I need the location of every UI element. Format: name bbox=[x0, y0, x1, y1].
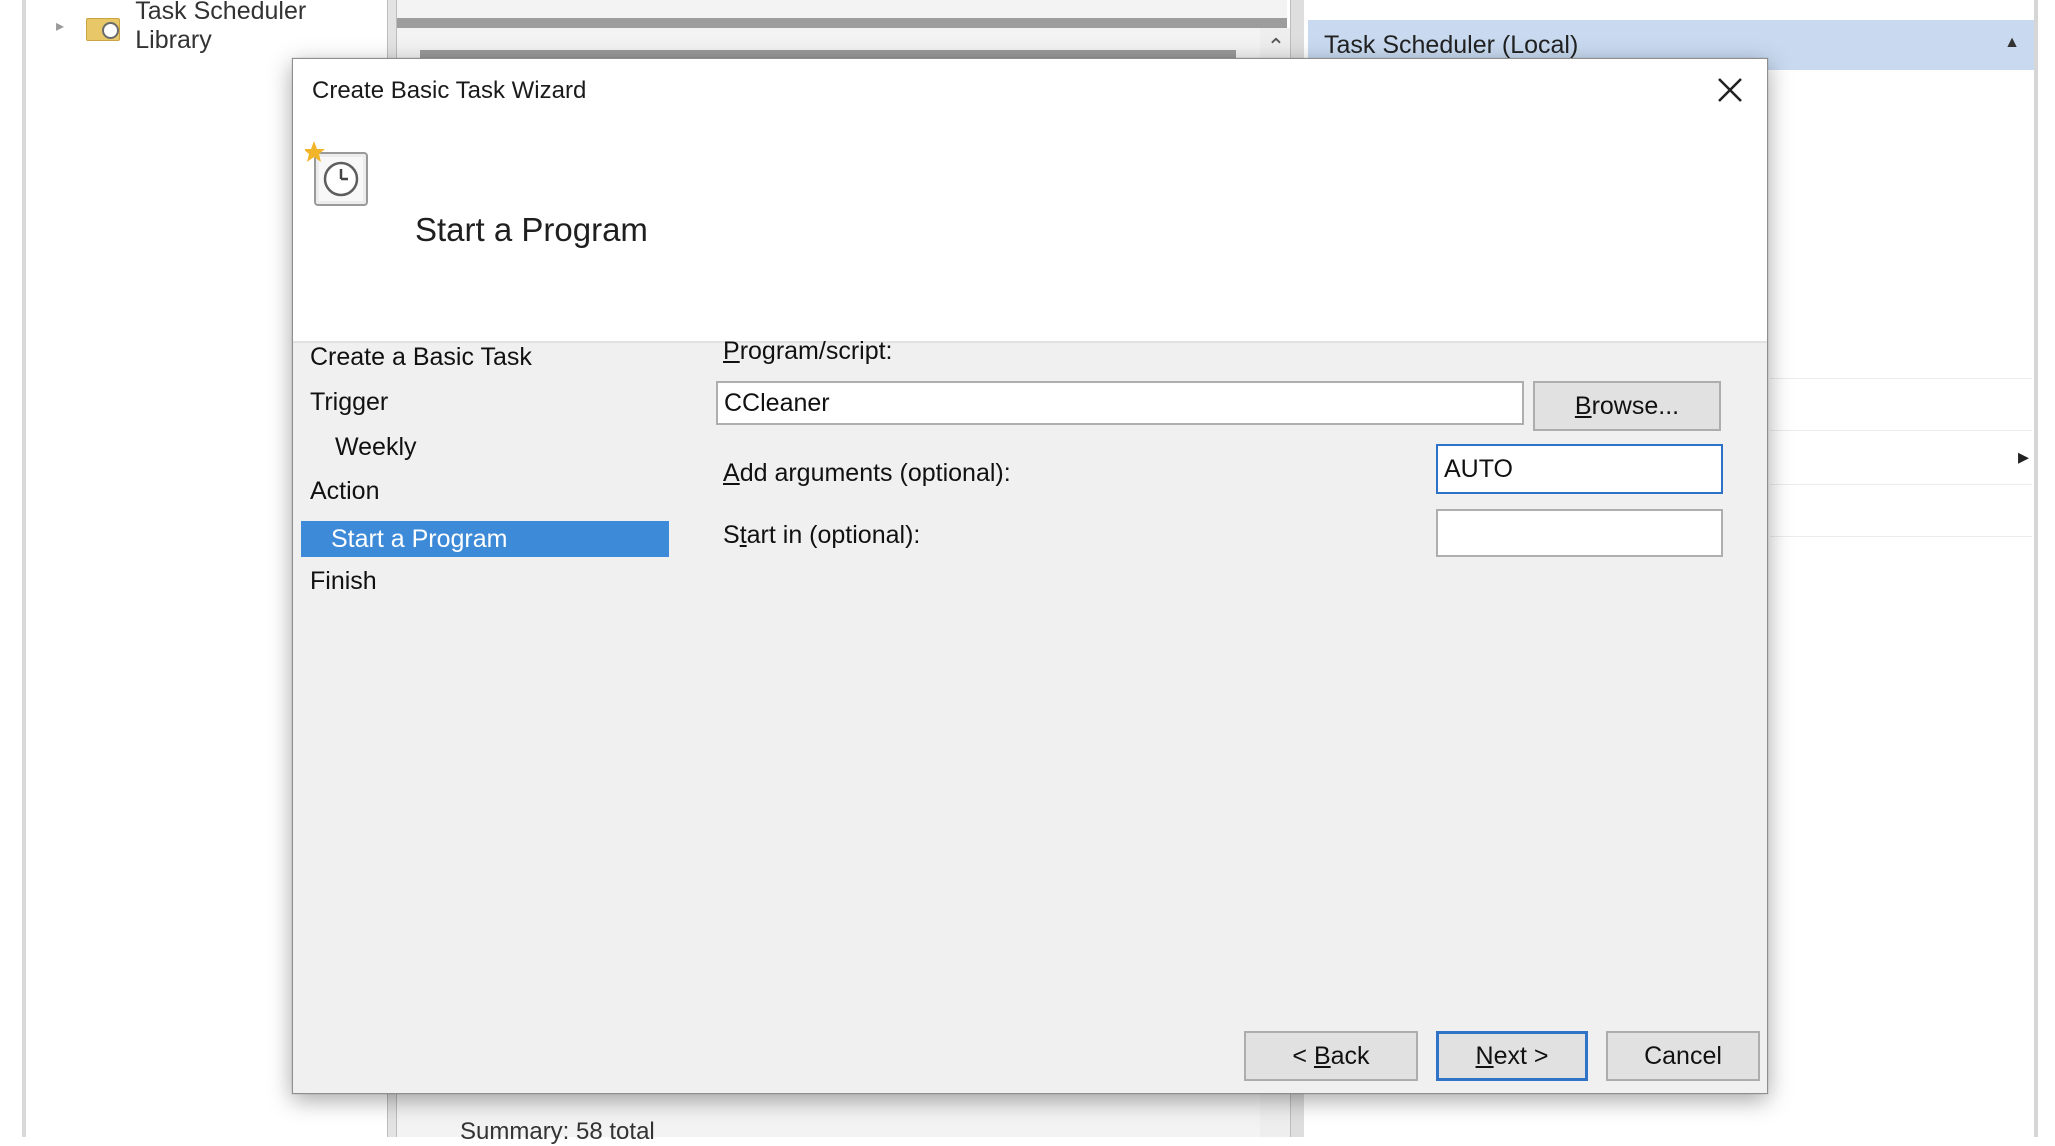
task-folder-icon bbox=[85, 13, 121, 41]
step-weekly[interactable]: Weekly bbox=[335, 433, 417, 462]
step-create-basic-task[interactable]: Create a Basic Task bbox=[310, 343, 532, 372]
action-row-divider bbox=[1770, 484, 2032, 485]
cancel-button[interactable]: Cancel bbox=[1606, 1031, 1760, 1081]
start-in-input[interactable] bbox=[1436, 509, 1723, 557]
actions-header-label: Task Scheduler (Local) bbox=[1324, 30, 1579, 59]
next-button[interactable]: Next > bbox=[1436, 1031, 1588, 1081]
expand-arrow-icon[interactable]: ▸ bbox=[56, 16, 70, 36]
add-arguments-input[interactable] bbox=[1436, 444, 1723, 494]
tree-item-task-scheduler-library[interactable]: ▸ Task Scheduler Library bbox=[56, 0, 386, 54]
summary-text: Summary: 58 total bbox=[460, 1118, 655, 1145]
dialog-title: Create Basic Task Wizard bbox=[312, 77, 587, 104]
step-start-a-program[interactable]: Start a Program bbox=[301, 521, 669, 557]
create-basic-task-wizard-dialog: Create Basic Task Wizard Start a Program… bbox=[292, 58, 1768, 1094]
wizard-header: Start a Program bbox=[293, 123, 1767, 343]
action-row-divider bbox=[1770, 536, 2032, 537]
task-wizard-clock-icon bbox=[305, 141, 368, 206]
collapse-caret-icon[interactable]: ▲ bbox=[2004, 34, 2020, 52]
wizard-steps-list: Create a Basic Task Trigger Weekly Actio… bbox=[293, 343, 673, 843]
back-button[interactable]: < Back bbox=[1244, 1031, 1418, 1081]
center-pane-inner-bar bbox=[420, 50, 1236, 58]
program-script-label: Program/script: bbox=[723, 337, 893, 365]
center-pane-top-bar bbox=[397, 18, 1287, 28]
step-finish[interactable]: Finish bbox=[310, 567, 377, 596]
browse-button[interactable]: Browse... bbox=[1533, 381, 1721, 431]
close-button[interactable] bbox=[1705, 65, 1755, 115]
dialog-titlebar[interactable]: Create Basic Task Wizard bbox=[293, 59, 1767, 123]
tree-item-label: Task Scheduler Library bbox=[135, 0, 307, 54]
wizard-page-title: Start a Program bbox=[415, 211, 648, 248]
start-in-label: Start in (optional): bbox=[723, 521, 921, 549]
add-arguments-label: Add arguments (optional): bbox=[723, 459, 1011, 487]
close-icon bbox=[1718, 78, 1742, 102]
submenu-arrow-icon[interactable]: ▸ bbox=[2018, 444, 2029, 470]
window-right-border bbox=[2034, 0, 2038, 1137]
action-row-divider bbox=[1770, 430, 2032, 431]
step-trigger[interactable]: Trigger bbox=[310, 388, 388, 417]
program-script-input[interactable] bbox=[716, 381, 1524, 425]
step-action[interactable]: Action bbox=[310, 477, 379, 506]
action-row-divider bbox=[1770, 378, 2032, 379]
